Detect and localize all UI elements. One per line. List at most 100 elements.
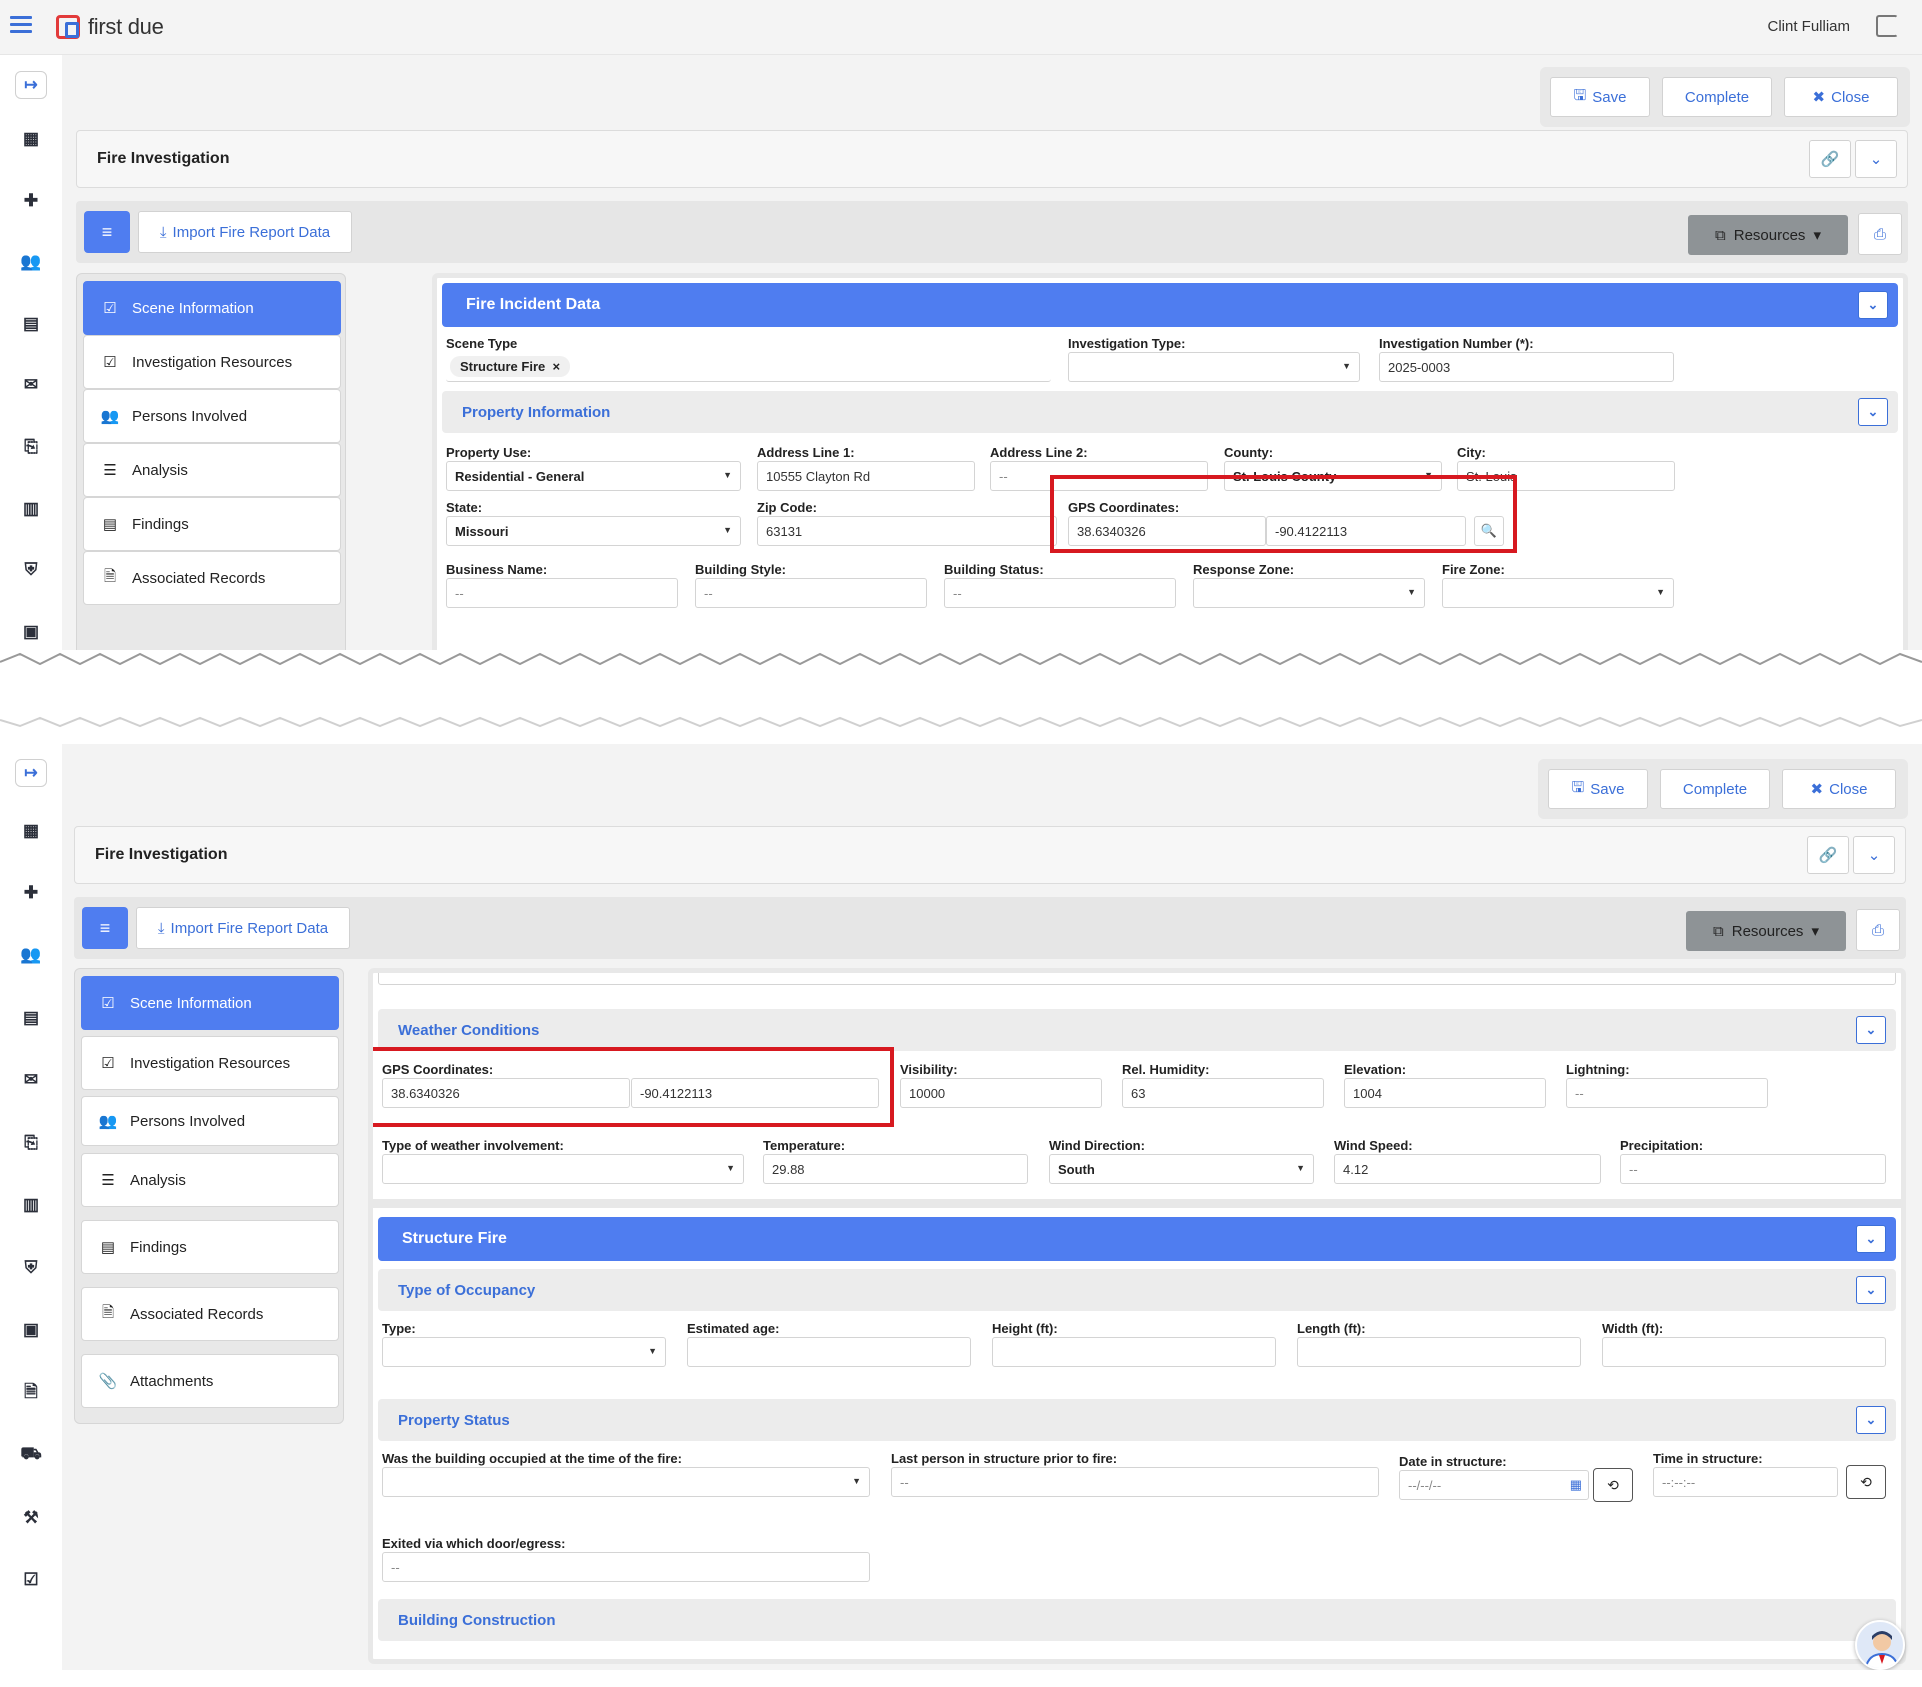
chevron-down-icon[interactable]: ⌄ (1858, 398, 1888, 426)
calendar-user-icon[interactable]: ▤ (21, 314, 41, 333)
collapse-header-button[interactable]: ⌄ (1853, 836, 1895, 874)
expand-sidebar-icon[interactable]: ↦ (15, 71, 47, 99)
save-button[interactable]: 🖫 Save (1548, 769, 1648, 809)
investigation-type-select[interactable] (1068, 352, 1360, 382)
chevron-down-icon[interactable]: ⌄ (1856, 1276, 1886, 1304)
building-construction-header[interactable]: Building Construction (378, 1599, 1896, 1641)
expand-sidebar-icon[interactable]: ↦ (15, 759, 47, 787)
height-input[interactable] (992, 1337, 1276, 1367)
hydrant-icon[interactable]: ⛨ (21, 560, 41, 579)
temperature-input[interactable]: 29.88 (763, 1154, 1028, 1184)
time-in-structure-input[interactable]: --:--:-- (1653, 1467, 1838, 1497)
precipitation-input[interactable]: -- (1620, 1154, 1886, 1184)
property-use-select[interactable]: Residential - General (446, 461, 741, 491)
link-button[interactable]: 🔗 (1809, 140, 1851, 178)
gps-longitude-input[interactable]: -90.4122113 (1266, 516, 1466, 546)
gps-latitude-input[interactable]: 38.6340326 (382, 1078, 630, 1108)
nav-persons-involved[interactable]: 👥 Persons Involved (83, 389, 341, 443)
nav-investigation-resources[interactable]: ☑ Investigation Resources (83, 335, 341, 389)
length-input[interactable] (1297, 1337, 1581, 1367)
add-icon[interactable]: ✚ (21, 191, 41, 210)
building-style-input[interactable]: -- (695, 578, 927, 608)
toggle-nav-button[interactable]: ≡ (82, 907, 128, 949)
add-icon[interactable]: ✚ (21, 883, 41, 902)
dashboard-icon[interactable]: ▦ (21, 821, 41, 840)
date-history-button[interactable]: ⟲ (1593, 1468, 1633, 1502)
nav-scene-information[interactable]: ☑ Scene Information (81, 976, 339, 1030)
truck-icon[interactable]: ⛟ (20, 1444, 41, 1464)
toggle-nav-button[interactable]: ≡ (84, 211, 130, 253)
calendar-user-icon[interactable]: ▤ (21, 1008, 41, 1027)
fire-incident-data-header[interactable]: Fire Incident Data ⌄ (442, 283, 1898, 327)
zip-code-input[interactable]: 63131 (757, 516, 1057, 546)
weather-conditions-header[interactable]: Weather Conditions ⌄ (378, 1009, 1896, 1051)
occupancy-type-select[interactable] (382, 1337, 666, 1367)
structure-fire-header[interactable]: Structure Fire ⌄ (378, 1217, 1896, 1261)
nav-scene-information[interactable]: ☑ Scene Information (83, 281, 341, 335)
width-input[interactable] (1602, 1337, 1886, 1367)
last-person-input[interactable]: -- (891, 1467, 1379, 1497)
nav-findings[interactable]: ▤ Findings (81, 1220, 339, 1274)
resources-dropdown[interactable]: ⧉ Resources ▾ (1688, 215, 1848, 255)
import-fire-report-button[interactable]: ⤓ Import Fire Report Data (138, 211, 352, 253)
resources-dropdown[interactable]: ⧉ Resources ▾ (1686, 911, 1846, 951)
hydrant-icon[interactable]: ⛨ (21, 1258, 41, 1277)
people-icon[interactable]: 👥 (20, 945, 41, 964)
document-export-icon[interactable]: ⎘ (21, 1133, 41, 1152)
map-icon[interactable]: ▥ (21, 499, 41, 518)
document-export-icon[interactable]: ⎘ (21, 437, 41, 456)
calendar-icon[interactable]: ▦ (1570, 1477, 1582, 1493)
exited-via-input[interactable]: -- (382, 1552, 870, 1582)
business-name-input[interactable]: -- (446, 578, 678, 608)
estimated-age-input[interactable] (687, 1337, 971, 1367)
property-status-header[interactable]: Property Status ⌄ (378, 1399, 1896, 1441)
visibility-input[interactable]: 10000 (900, 1078, 1102, 1108)
complete-button[interactable]: Complete (1662, 77, 1772, 117)
gps-longitude-input[interactable]: -90.4122113 (631, 1078, 879, 1108)
file-check-icon[interactable]: 🗎 (21, 1382, 41, 1402)
gavel-icon[interactable]: ⚒ (21, 1508, 41, 1527)
chevron-down-icon[interactable]: ⌄ (1858, 291, 1888, 319)
complete-button[interactable]: Complete (1660, 769, 1770, 809)
nav-associated-records[interactable]: 🗎 Associated Records (81, 1287, 339, 1341)
fire-zone-select[interactable] (1442, 578, 1674, 608)
type-of-occupancy-header[interactable]: Type of Occupancy ⌄ (378, 1269, 1896, 1311)
mail-check-icon[interactable]: ✉ (21, 375, 41, 394)
save-button[interactable]: 🖫 Save (1550, 77, 1650, 117)
gps-search-button[interactable]: 🔍 (1474, 516, 1504, 546)
calendar-icon[interactable]: ▣ (21, 622, 41, 641)
wind-speed-input[interactable]: 4.12 (1334, 1154, 1601, 1184)
time-history-button[interactable]: ⟲ (1846, 1465, 1886, 1499)
chevron-down-icon[interactable]: ⌄ (1856, 1406, 1886, 1434)
nav-associated-records[interactable]: 🗎 Associated Records (83, 551, 341, 605)
nav-persons-involved[interactable]: 👥 Persons Involved (81, 1096, 339, 1146)
nav-investigation-resources[interactable]: ☑ Investigation Resources (81, 1036, 339, 1090)
notes-textarea[interactable] (378, 973, 1896, 985)
close-button[interactable]: ✖ Close (1784, 77, 1898, 117)
lightning-input[interactable]: -- (1566, 1078, 1768, 1108)
chevron-down-icon[interactable]: ⌄ (1856, 1016, 1886, 1044)
dashboard-icon[interactable]: ▦ (21, 129, 41, 148)
nav-findings[interactable]: ▤ Findings (83, 497, 341, 551)
close-button[interactable]: ✖ Close (1782, 769, 1896, 809)
hamburger-menu-icon[interactable] (10, 16, 32, 34)
nav-analysis[interactable]: ☰ Analysis (81, 1153, 339, 1207)
chevron-down-icon[interactable]: ⌄ (1856, 1225, 1886, 1253)
occupied-select[interactable] (382, 1467, 870, 1497)
scene-type-tag[interactable]: Structure Fire × (450, 356, 571, 377)
mail-check-icon[interactable]: ✉ (21, 1070, 41, 1089)
print-button[interactable]: ⎙ (1858, 213, 1902, 255)
assistant-avatar[interactable] (1855, 1620, 1905, 1670)
calendar-icon[interactable]: ▣ (21, 1320, 41, 1339)
collapse-header-button[interactable]: ⌄ (1855, 140, 1897, 178)
response-zone-select[interactable] (1193, 578, 1425, 608)
user-name[interactable]: Clint Fulliam (1767, 18, 1850, 35)
state-select[interactable]: Missouri (446, 516, 741, 546)
weather-involvement-select[interactable] (382, 1154, 744, 1184)
link-button[interactable]: 🔗 (1807, 836, 1849, 874)
nav-attachments[interactable]: 📎 Attachments (81, 1354, 339, 1408)
property-information-header[interactable]: Property Information ⌄ (442, 391, 1898, 433)
map-icon[interactable]: ▥ (21, 1195, 41, 1214)
clipboard-check-icon[interactable]: ☑ (21, 1570, 41, 1589)
humidity-input[interactable]: 63 (1122, 1078, 1324, 1108)
